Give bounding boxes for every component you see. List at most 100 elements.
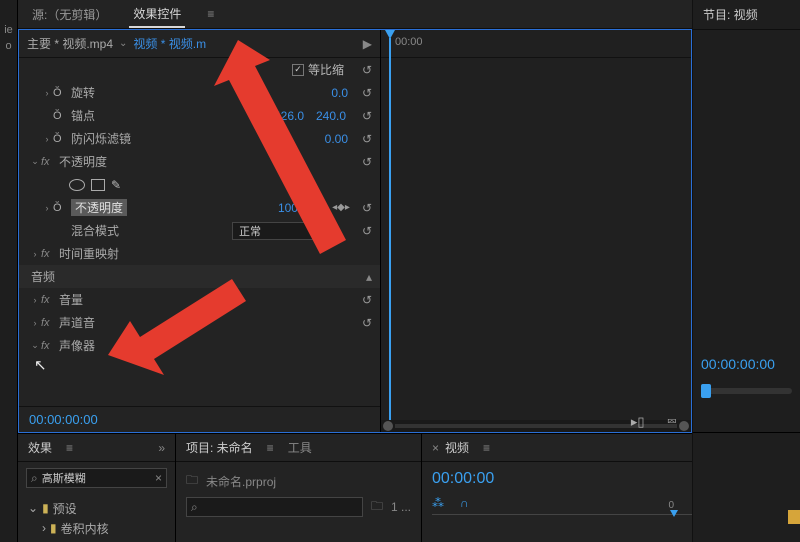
twirl-down-icon[interactable]: ⌄ bbox=[29, 156, 41, 167]
search-icon: ⌕ bbox=[31, 471, 42, 486]
uniform-scale-checkbox[interactable]: ✓ bbox=[292, 64, 304, 76]
timeline-ruler[interactable]: 0 bbox=[432, 514, 692, 534]
panel-menu-icon[interactable]: ≡ bbox=[203, 7, 218, 21]
reset-icon[interactable]: ↺ bbox=[354, 316, 380, 330]
timeline-panel-title[interactable]: 视频 bbox=[445, 439, 469, 456]
playhead-icon[interactable] bbox=[385, 30, 395, 39]
channel-volume-label: 声道音 bbox=[59, 314, 95, 331]
program-scrubber[interactable] bbox=[701, 388, 792, 394]
panel-menu-icon[interactable]: ≡ bbox=[479, 441, 494, 455]
anchor-x-value[interactable]: 426.0 bbox=[268, 109, 310, 123]
kernel-folder-row[interactable]: › ▮ 卷积内核 bbox=[28, 518, 165, 538]
preset-folder-row[interactable]: ⌄ ▮ 预设 bbox=[28, 498, 165, 518]
fx-badge-icon: fx bbox=[41, 340, 55, 352]
keyframe-nav-icon[interactable]: ◂◆▸ bbox=[328, 202, 354, 213]
section-triangle-icon[interactable]: ▴ bbox=[366, 270, 380, 284]
twirl-icon[interactable]: › bbox=[42, 521, 46, 535]
tab-effect-controls[interactable]: 效果控件 bbox=[129, 1, 185, 28]
bin-icon[interactable]: 🗀 bbox=[371, 497, 383, 518]
play-icon[interactable]: ▶ bbox=[363, 37, 372, 51]
stopwatch-icon[interactable]: Ŏ bbox=[53, 202, 67, 214]
ellipse-mask-icon[interactable] bbox=[69, 179, 85, 191]
panel-menu-icon[interactable]: ≡ bbox=[263, 441, 278, 455]
stopwatch-icon[interactable]: Ŏ bbox=[53, 133, 67, 145]
effect-controls-panel: 主要 * 视频.mp4 ⌄ 视频 * 视频.m ▶ ✓等比缩 ↺ › Ŏ 旋转 bbox=[18, 29, 692, 433]
twirl-down-icon[interactable]: ⌄ bbox=[28, 501, 38, 515]
master-clip-label[interactable]: 主要 * 视频.mp4 bbox=[27, 35, 113, 52]
export-icon[interactable]: ⮹ bbox=[661, 414, 683, 430]
fx-badge-icon[interactable]: fx bbox=[41, 294, 55, 306]
twirl-icon[interactable]: ⌄ bbox=[29, 340, 41, 351]
stopwatch-icon[interactable]: Ŏ bbox=[53, 110, 67, 122]
anchor-label: 锚点 bbox=[71, 107, 95, 124]
timeline-panel: × 视频 ≡ 00:00:00 ⁂ ∩ 0 bbox=[422, 434, 692, 542]
time-remap-label: 时间重映射 bbox=[59, 245, 119, 262]
twirl-icon[interactable]: › bbox=[41, 134, 53, 144]
reset-icon[interactable]: ↺ bbox=[354, 201, 380, 215]
reset-icon[interactable]: ↺ bbox=[354, 224, 380, 238]
ec-timeline[interactable]: 00:00 ▸▯ ⮹ bbox=[381, 30, 691, 432]
panner-label: 声像器 bbox=[59, 337, 95, 354]
fx-badge-icon[interactable]: fx bbox=[41, 317, 55, 329]
kernel-folder-label: 卷积内核 bbox=[61, 520, 109, 537]
tab-source[interactable]: 源:（无剪辑） bbox=[28, 2, 111, 27]
stopwatch-icon[interactable]: Ŏ bbox=[53, 87, 67, 99]
chevron-down-icon[interactable]: ⌄ bbox=[119, 38, 127, 49]
twirl-icon[interactable]: › bbox=[29, 318, 41, 328]
project-folder-icon[interactable]: 🗀 bbox=[186, 471, 198, 492]
reset-icon[interactable]: ↺ bbox=[354, 155, 380, 169]
effects-search[interactable]: ⌕ × bbox=[26, 468, 167, 488]
reset-icon[interactable]: ↺ bbox=[354, 63, 380, 77]
uniform-scale-label: 等比缩 bbox=[308, 61, 344, 78]
effects-panel: 效果 ≡ » ⌕ × ⌄ ▮ 预设 › bbox=[18, 434, 176, 542]
twirl-icon[interactable]: › bbox=[41, 88, 53, 98]
opacity-value[interactable]: 100.0 % bbox=[272, 201, 328, 215]
sequence-clip-label[interactable]: 视频 * 视频.m bbox=[133, 35, 206, 52]
ec-footer: 00:00:00:00 bbox=[19, 406, 380, 432]
anchor-y-value[interactable]: 240.0 bbox=[310, 109, 354, 123]
tools-tab[interactable]: 工具 bbox=[288, 439, 312, 456]
project-panel: 项目: 未命名 ≡ 工具 🗀 未命名.prproj ⌕ 🗀 bbox=[176, 434, 422, 542]
reset-icon[interactable]: ↺ bbox=[354, 293, 380, 307]
antiflicker-value[interactable]: 0.00 bbox=[319, 132, 354, 146]
project-search[interactable]: ⌕ bbox=[186, 497, 363, 517]
panel-menu-icon[interactable]: ≡ bbox=[62, 441, 77, 455]
snap-icon[interactable]: ⁂ bbox=[432, 496, 444, 510]
audio-section-label: 音频 bbox=[29, 268, 55, 285]
panel-chevron-icon[interactable]: » bbox=[158, 441, 165, 455]
timeline-timecode[interactable]: 00:00:00 bbox=[432, 470, 682, 488]
program-panel: 节目: 视频 00:00:00:00 bbox=[692, 0, 800, 542]
opacity-section-label: 不透明度 bbox=[59, 153, 107, 170]
opacity-prop-label[interactable]: 不透明度 bbox=[71, 199, 127, 216]
project-search-input[interactable] bbox=[202, 501, 358, 513]
fx-badge-icon: fx bbox=[41, 248, 55, 260]
twirl-icon[interactable]: › bbox=[41, 203, 53, 213]
project-panel-title[interactable]: 项目: 未命名 bbox=[186, 439, 253, 456]
clear-icon[interactable]: × bbox=[151, 471, 162, 485]
rect-mask-icon[interactable] bbox=[91, 179, 105, 191]
play-toggle-icon[interactable]: ▸▯ bbox=[625, 414, 651, 430]
source-panel-tabs: 源:（无剪辑） 效果控件 ≡ bbox=[18, 0, 692, 29]
reset-icon[interactable]: ↺ bbox=[354, 132, 380, 146]
reset-icon[interactable]: ↺ bbox=[354, 86, 380, 100]
blend-mode-dropdown[interactable]: 正常 bbox=[232, 222, 322, 240]
rotation-value[interactable]: 0.0 bbox=[325, 86, 354, 100]
program-panel-title[interactable]: 节目: 视频 bbox=[703, 6, 758, 23]
clip-marker[interactable] bbox=[788, 510, 800, 524]
left-edge: ieo bbox=[0, 0, 18, 542]
reset-icon[interactable]: ↺ bbox=[354, 109, 380, 123]
fx-badge-icon[interactable]: fx bbox=[41, 156, 55, 168]
magnet-icon[interactable]: ∩ bbox=[460, 496, 469, 510]
pen-mask-icon[interactable]: ✎ bbox=[111, 178, 121, 192]
twirl-icon[interactable]: › bbox=[29, 295, 41, 305]
folder-icon: ▮ bbox=[42, 501, 49, 515]
effects-panel-title[interactable]: 效果 bbox=[28, 439, 52, 456]
search-icon: ⌕ bbox=[191, 500, 202, 515]
program-timecode[interactable]: 00:00:00:00 bbox=[701, 356, 775, 372]
scrollbar-thumb[interactable] bbox=[383, 421, 393, 431]
effects-search-input[interactable] bbox=[42, 472, 151, 484]
playhead-icon[interactable] bbox=[670, 510, 678, 517]
timecode-display[interactable]: 00:00:00:00 bbox=[29, 412, 98, 427]
scrubber-thumb[interactable] bbox=[701, 384, 711, 398]
twirl-icon[interactable]: › bbox=[29, 249, 41, 259]
